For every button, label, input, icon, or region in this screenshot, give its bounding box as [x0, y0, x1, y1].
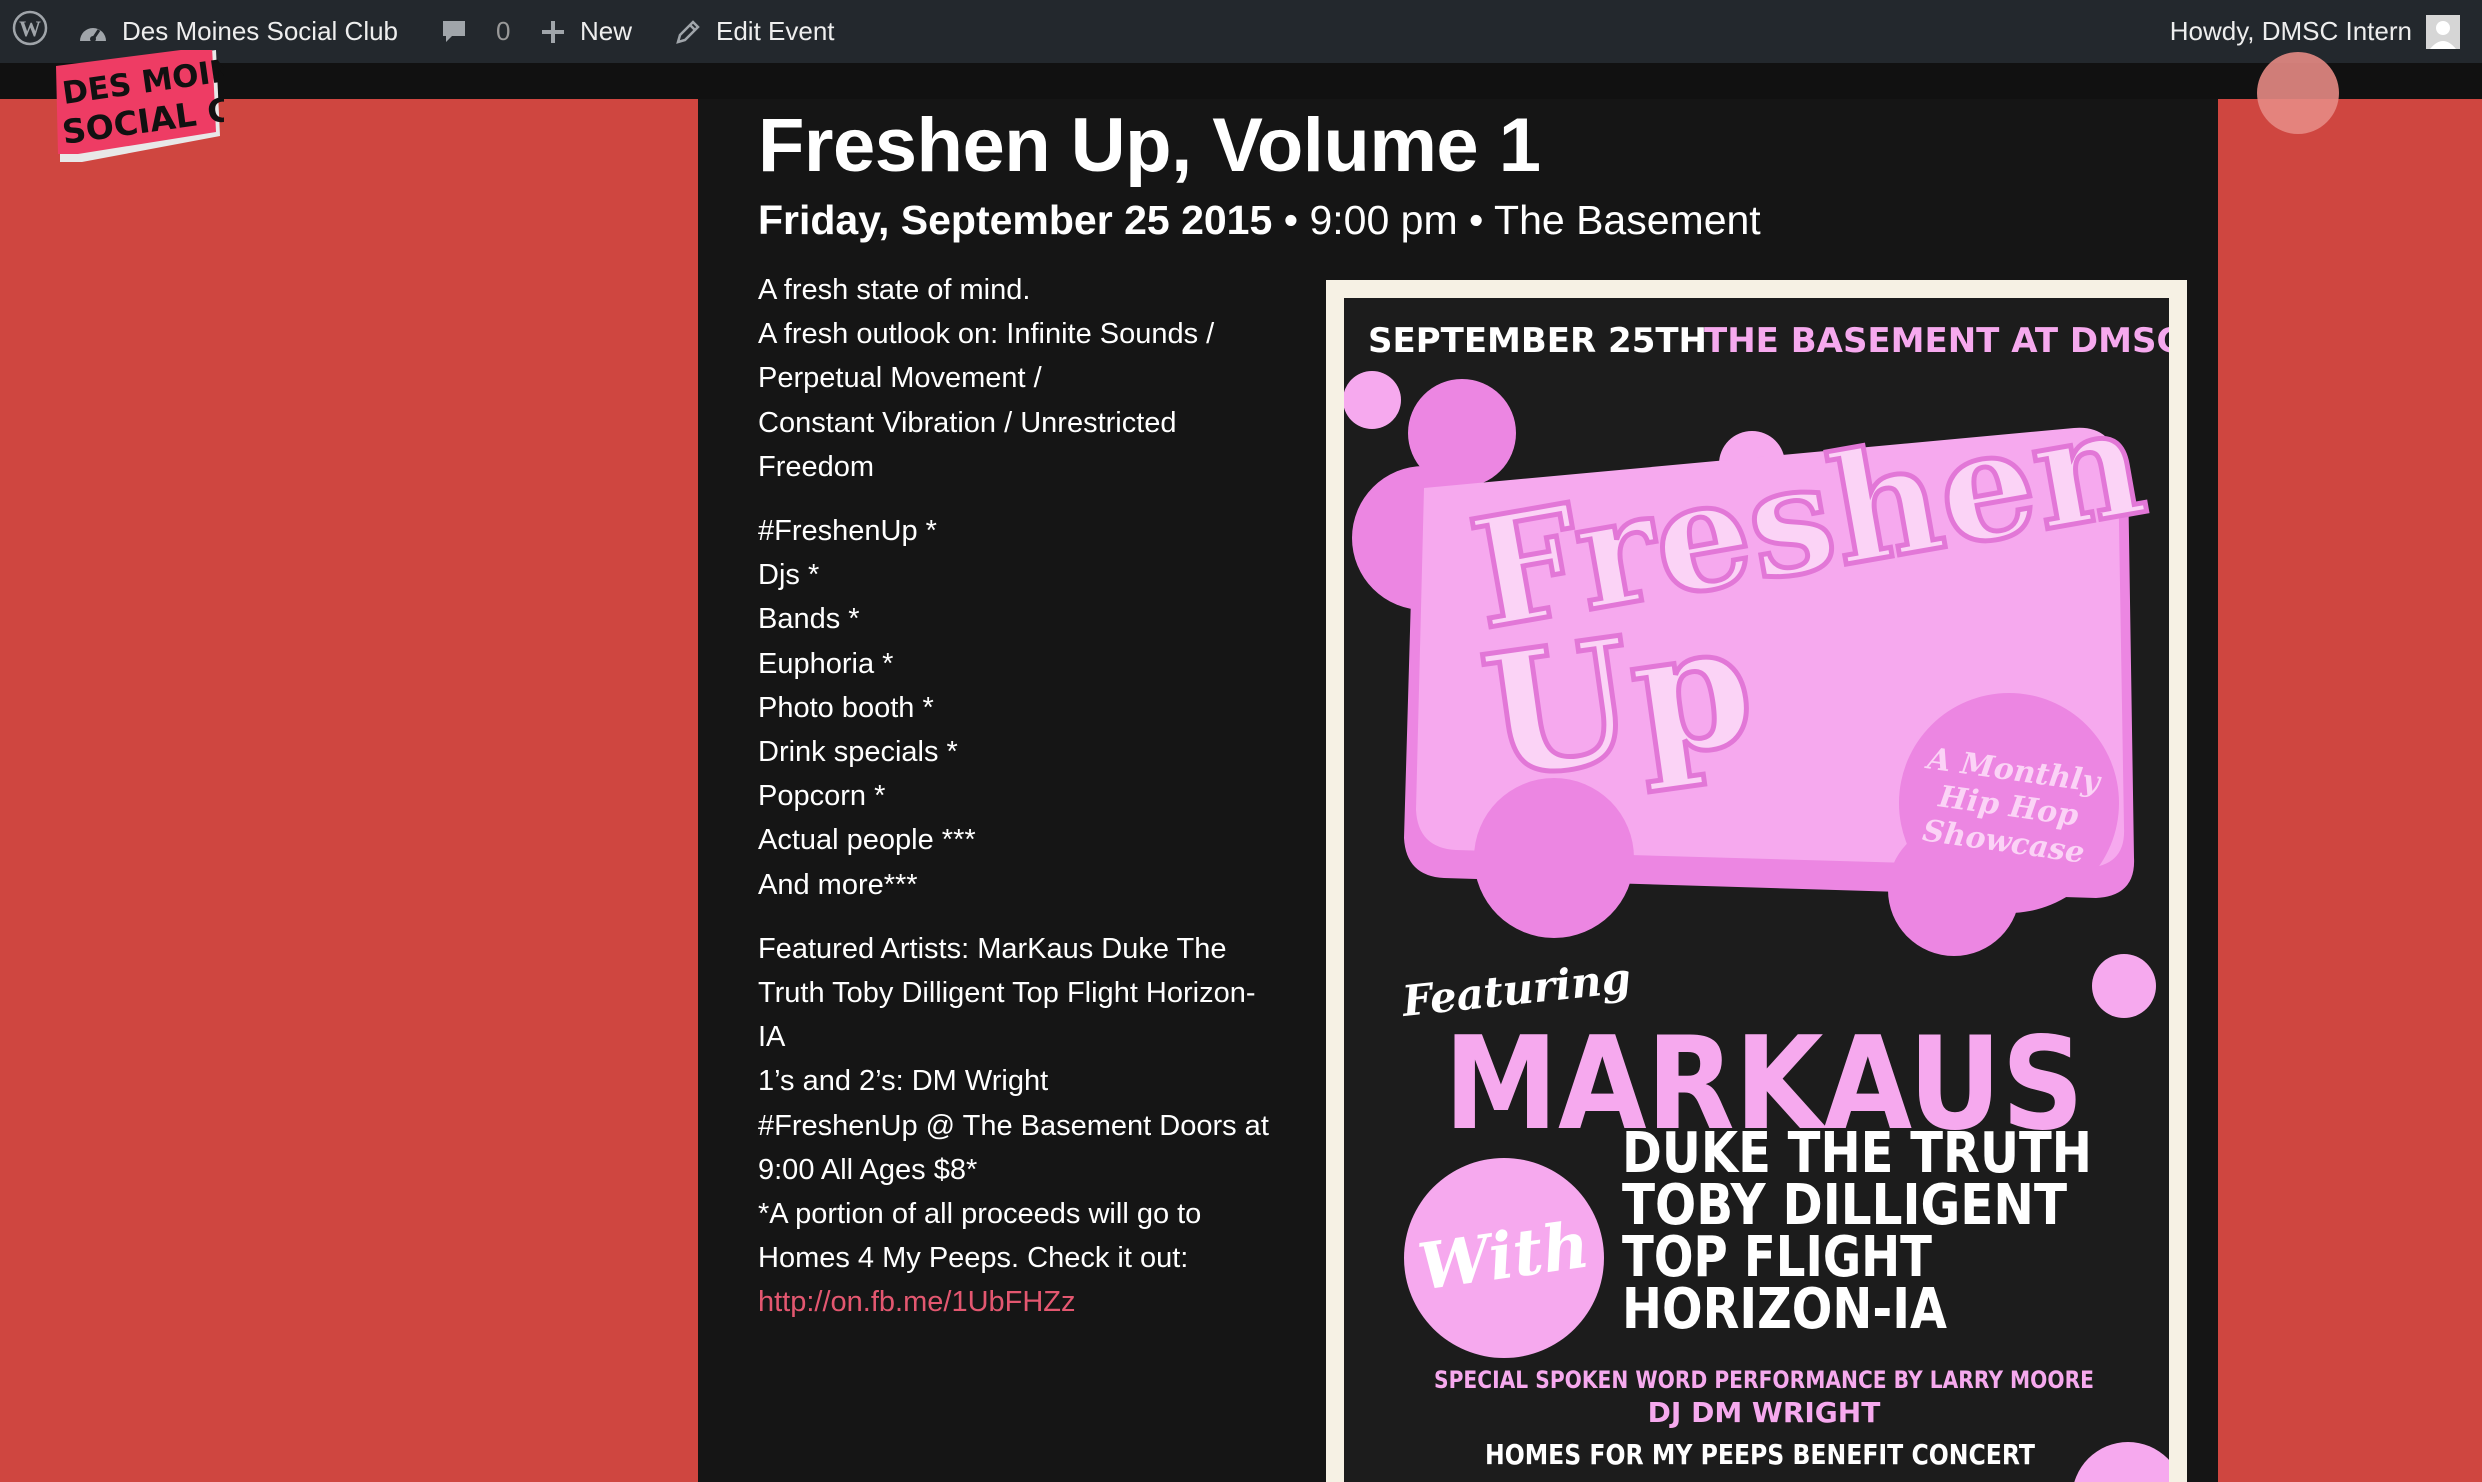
feature-item: And more***	[758, 868, 918, 901]
details-paragraph: Featured Artists: MarKaus Duke The Truth…	[758, 927, 1278, 1325]
event-time: 9:00 pm	[1309, 197, 1458, 243]
event-meta: Friday, September 25 2015 • 9:00 pm • Th…	[758, 197, 1761, 244]
feature-item: #FreshenUp *	[758, 515, 937, 548]
intro-paragraph: A fresh state of mind. A fresh outlook o…	[758, 268, 1278, 489]
poster-special: SPECIAL SPOKEN WORD PERFORMANCE BY LARRY…	[1434, 1366, 2094, 1394]
poster-bubble	[2092, 954, 2156, 1018]
intro-line: Perpetual Movement /	[758, 362, 1042, 395]
intro-line: A fresh outlook on: Infinite Sounds /	[758, 318, 1215, 351]
intro-line: Freedom	[758, 450, 875, 483]
wordpress-menu-button[interactable]: W	[8, 0, 52, 63]
intro-line: A fresh state of mind.	[758, 274, 1031, 306]
detail-line: IA	[758, 1021, 786, 1054]
features-paragraph: #FreshenUp * Djs * Bands * Euphoria * Ph…	[758, 509, 1278, 907]
wordpress-logo-icon: W	[12, 10, 48, 53]
comments-link[interactable]: 0	[440, 0, 510, 63]
event-description: A fresh state of mind. A fresh outlook o…	[758, 268, 1278, 1345]
detail-line: #FreshenUp @ The Basement Doors at	[758, 1109, 1269, 1142]
feature-item: Bands *	[758, 603, 860, 636]
event-venue[interactable]: The Basement	[1494, 197, 1761, 243]
edit-event-label: Edit Event	[716, 16, 835, 46]
poster-logo-word2: Up	[1472, 583, 1764, 818]
new-content-button[interactable]: New	[540, 0, 632, 63]
edit-event-button[interactable]: Edit Event	[674, 0, 835, 63]
account-greeting: Howdy, DMSC Intern	[2169, 16, 2412, 46]
event-title: Freshen Up, Volume 1	[758, 103, 1541, 188]
user-avatar-icon	[2426, 14, 2460, 49]
dashboard-icon	[78, 19, 108, 45]
feature-item: Euphoria *	[758, 647, 894, 680]
event-date: Friday, September 25 2015	[758, 197, 1273, 243]
facebook-link[interactable]: http://on.fb.me/1UbFHZz	[758, 1280, 1278, 1324]
feature-item: Actual people ***	[758, 824, 976, 857]
poster-benefit: HOMES FOR MY PEEPS BENEFIT CONCERT	[1485, 1438, 2035, 1471]
feature-item: Djs *	[758, 559, 820, 592]
site-name-label: Des Moines Social Club	[122, 16, 399, 46]
detail-line: *A portion of all proceeds will go to	[758, 1198, 1202, 1231]
poster-bubble	[1344, 371, 1401, 429]
poster-header-date: SEPTEMBER 25TH	[1368, 321, 1707, 361]
poster-bubble	[2074, 1442, 2169, 1482]
event-poster[interactable]: .pk { fill: #f6a9ee; } .pkd { fill: #ec8…	[1344, 298, 2169, 1482]
poster-dj: DJ DM WRIGHT	[1648, 1396, 1881, 1429]
poster-header-venue: THE BASEMENT AT DMSC	[1704, 321, 2169, 361]
detail-line: 9:00 All Ages $8*	[758, 1153, 978, 1186]
intro-line: Constant Vibration / Unrestricted	[758, 406, 1177, 439]
admin-bar: W Des Moines Social Club 0 New Edit Even…	[0, 0, 2482, 63]
comments-count: 0	[496, 16, 511, 46]
new-label: New	[580, 16, 633, 46]
scroll-top-button[interactable]	[2257, 52, 2339, 134]
account-menu[interactable]: Howdy, DMSC Intern	[2170, 0, 2460, 63]
detail-line: Homes 4 My Peeps. Check it out:	[758, 1242, 1189, 1275]
detail-line: Truth Toby Dilligent Top Flight Horizon-	[758, 977, 1256, 1010]
poster-artist: HORIZON-IA	[1622, 1277, 1948, 1342]
comment-bubble-icon	[440, 18, 468, 46]
detail-line: Featured Artists: MarKaus Duke The	[758, 932, 1227, 965]
feature-item: Drink specials *	[758, 736, 958, 769]
feature-item: Popcorn *	[758, 780, 886, 813]
svg-text:W: W	[19, 16, 41, 41]
pencil-icon	[674, 18, 702, 46]
meta-separator: •	[1469, 197, 1484, 243]
meta-separator: •	[1283, 197, 1299, 243]
detail-line: 1’s and 2’s: DM Wright	[758, 1065, 1049, 1098]
site-logo[interactable]: DES MOINES SOCIAL CLUB	[52, 46, 305, 178]
feature-item: Photo booth *	[758, 691, 934, 724]
header-strip	[0, 63, 2482, 99]
plus-icon	[540, 19, 566, 45]
